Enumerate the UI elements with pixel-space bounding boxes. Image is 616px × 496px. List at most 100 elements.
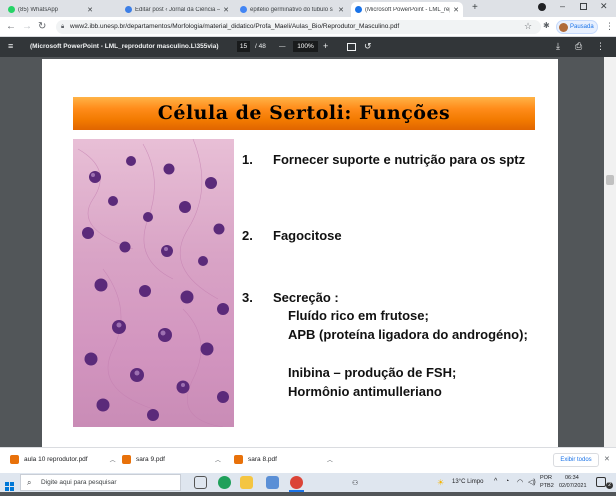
keyboard-layout[interactable]: PTB2 xyxy=(540,483,554,489)
lock-icon: 🔒︎ xyxy=(61,24,65,30)
extensions-icon[interactable]: ✱ xyxy=(543,20,550,32)
people-icon[interactable]: ⚇ xyxy=(352,479,358,487)
slide-page: Célula de Sertoli: Funções 1. Fornecer s… xyxy=(42,59,558,447)
close-icon[interactable]: ✕ xyxy=(453,6,459,14)
tray-chevron-icon[interactable]: ^ xyxy=(494,478,497,485)
weather-icon: ☀ xyxy=(437,478,445,487)
tab-powerpoint-pdf[interactable]: (Microsoft PowerPoint - LML_rep ✕ xyxy=(351,2,463,17)
notification-icon[interactable] xyxy=(596,477,606,487)
hamburger-menu-icon[interactable]: ≡ xyxy=(8,41,13,51)
print-icon[interactable]: ⎙ xyxy=(575,41,582,52)
pdf-file-icon xyxy=(122,455,131,464)
pdf-viewer[interactable]: Célula de Sertoli: Funções 1. Fornecer s… xyxy=(0,57,616,447)
scrollbar-thumb[interactable] xyxy=(606,175,614,185)
tab-epitelio[interactable]: epitélio germinativo do túbulo s ✕ xyxy=(236,2,348,17)
file-explorer-icon[interactable] xyxy=(240,476,253,489)
tab-editar-post[interactable]: Editar post ‹ Jornal da Ciência — ✕ xyxy=(121,2,233,17)
download-icon[interactable]: ⤓ xyxy=(556,41,560,52)
minimize-icon[interactable]: – xyxy=(560,1,565,11)
chrome-icon[interactable] xyxy=(290,476,303,489)
tab-label: (85) WhatsApp xyxy=(18,6,59,13)
site-icon xyxy=(125,6,132,13)
zoom-in-button[interactable]: + xyxy=(323,41,328,51)
list-item: Fornecer suporte e nutrição para os sptz xyxy=(273,152,526,167)
download-item[interactable]: sara 8.pdf ︿ xyxy=(234,455,333,464)
star-icon[interactable]: ☆ xyxy=(524,20,532,32)
scrollbar[interactable] xyxy=(604,57,616,447)
reload-icon[interactable]: ↻ xyxy=(38,21,46,33)
profile-button[interactable]: Pausada xyxy=(556,20,598,34)
clock-date[interactable]: 02/07/2021 xyxy=(559,483,587,489)
close-icon[interactable]: ✕ xyxy=(223,6,229,14)
photos-icon[interactable] xyxy=(266,476,279,489)
page-total: / 48 xyxy=(255,43,266,50)
close-icon[interactable]: ✕ xyxy=(87,6,93,14)
site-icon xyxy=(355,6,362,13)
downloads-shelf: aula 10 reprodutor.pdf ︿ sara 9.pdf ︿ sa… xyxy=(0,447,616,473)
document-title: (Microsoft PowerPoint - LML_reprodutor m… xyxy=(30,43,219,50)
forward-arrow-icon[interactable]: → xyxy=(22,21,32,33)
download-label: aula 10 reprodutor.pdf xyxy=(24,456,88,463)
clock-time[interactable]: 06:34 xyxy=(565,475,579,481)
language-code[interactable]: POR xyxy=(540,475,552,481)
tab-label: Editar post ‹ Jornal da Ciência — xyxy=(135,6,221,13)
profile-dot-icon[interactable] xyxy=(538,3,546,11)
sub-list-item: Fluído rico em frutose; xyxy=(288,308,429,323)
zoom-level-input[interactable]: 100% xyxy=(293,41,318,52)
histology-image xyxy=(73,139,234,427)
google-icon xyxy=(240,6,247,13)
tab-whatsapp[interactable]: (85) WhatsApp ✕ xyxy=(4,2,97,17)
task-view-icon[interactable] xyxy=(194,476,207,489)
download-item[interactable]: sara 9.pdf ︿ xyxy=(122,455,221,464)
url-text: www2.ibb.unesp.br/departamentos/Morfolog… xyxy=(70,23,400,30)
list-number: 2. xyxy=(242,228,253,243)
search-icon: ⌕ xyxy=(27,478,32,487)
address-bar-row: ← → ↻ 🔒︎ www2.ibb.unesp.br/departamentos… xyxy=(0,17,616,37)
download-label: sara 9.pdf xyxy=(136,456,165,463)
slide-title: Célula de Sertoli: Funções xyxy=(157,102,451,124)
browser-tab-bar: (85) WhatsApp ✕ Editar post ‹ Jornal da … xyxy=(0,0,616,17)
tab-label: (Microsoft PowerPoint - LML_rep xyxy=(365,6,451,13)
pdf-toolbar: ≡ (Microsoft PowerPoint - LML_reprodutor… xyxy=(0,37,616,57)
wifi-icon[interactable]: ◠ xyxy=(517,478,523,486)
sub-list-item: Inibina – produção de FSH; xyxy=(288,365,457,380)
slide-title-bar: Célula de Sertoli: Funções xyxy=(73,97,535,130)
chevron-up-icon[interactable]: ︿ xyxy=(110,455,116,464)
url-input[interactable]: 🔒︎ www2.ibb.unesp.br/departamentos/Morfo… xyxy=(56,20,541,34)
download-item[interactable]: aula 10 reprodutor.pdf ︿ xyxy=(10,455,116,464)
tab-label: epitélio germinativo do túbulo s xyxy=(250,6,333,13)
more-options-icon[interactable]: ⋮ xyxy=(596,41,605,52)
list-item: Secreção : xyxy=(273,290,339,305)
edge-icon[interactable] xyxy=(218,476,231,489)
search-placeholder: Digite aqui para pesquisar xyxy=(41,479,117,486)
maximize-icon[interactable] xyxy=(580,3,587,10)
list-number: 3. xyxy=(242,290,253,305)
network-icon[interactable]: ◔ xyxy=(505,478,509,485)
windows-taskbar: ⌕ Digite aqui para pesquisar ⚇ ☀ 13°C Li… xyxy=(0,473,616,492)
chevron-up-icon[interactable]: ︿ xyxy=(215,455,221,464)
show-all-button[interactable]: Exibir todos xyxy=(553,453,599,467)
sub-list-item: APB (proteína ligadora do androgéno); xyxy=(288,327,528,342)
windows-start-icon[interactable] xyxy=(5,478,14,491)
list-item: Fagocitose xyxy=(273,228,342,243)
zoom-out-button[interactable]: — xyxy=(279,43,286,50)
list-number: 1. xyxy=(242,152,253,167)
notification-badge: 2 xyxy=(606,482,613,489)
page-number-input[interactable]: 15 xyxy=(237,41,250,52)
weather-text[interactable]: 13°C Limpo xyxy=(452,479,483,485)
fit-page-icon[interactable] xyxy=(347,43,356,51)
rotate-icon[interactable]: ↺ xyxy=(364,41,372,52)
close-window-icon[interactable]: ✕ xyxy=(600,1,608,12)
volume-icon[interactable]: ◁) xyxy=(528,478,536,486)
menu-kebab-icon[interactable]: ⋮ xyxy=(605,20,614,32)
pdf-file-icon xyxy=(10,455,19,464)
profile-label: Pausada xyxy=(570,24,594,30)
taskbar-search-input[interactable]: ⌕ Digite aqui para pesquisar xyxy=(20,474,181,491)
new-tab-button[interactable]: + xyxy=(472,2,478,13)
download-label: sara 8.pdf xyxy=(248,456,277,463)
chevron-up-icon[interactable]: ︿ xyxy=(327,455,333,464)
close-icon[interactable]: ✕ xyxy=(338,6,344,14)
close-icon[interactable]: ✕ xyxy=(604,455,610,463)
avatar xyxy=(559,23,568,32)
back-arrow-icon[interactable]: ← xyxy=(6,21,16,33)
